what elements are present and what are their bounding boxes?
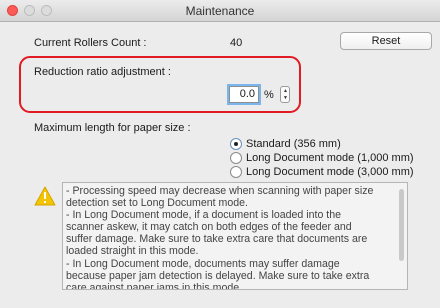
radio-long-1000[interactable] bbox=[230, 152, 242, 164]
notes-line: - Processing speed may decrease when sca… bbox=[66, 185, 374, 197]
radio-long-3000-label[interactable]: Long Document mode (3,000 mm) bbox=[246, 166, 414, 178]
stepper-down-icon[interactable]: ▼ bbox=[283, 96, 288, 101]
window-title: Maintenance bbox=[185, 4, 255, 18]
radio-standard-label[interactable]: Standard (356 mm) bbox=[246, 138, 341, 150]
reset-button[interactable]: Reset bbox=[340, 32, 432, 50]
notes-line: - In Long Document mode, documents may s… bbox=[66, 257, 340, 270]
notes-line: - In Long Document mode, if a document i… bbox=[66, 209, 342, 222]
radio-long-3000[interactable] bbox=[230, 166, 242, 178]
notes-line: because paper jam detection is delayed. … bbox=[66, 269, 370, 282]
maintenance-window: Maintenance Current Rollers Count : 40 R… bbox=[0, 0, 440, 308]
rollers-count-label: Current Rollers Count : bbox=[34, 37, 147, 49]
notes-line: scanner askew, it may catch on both edge… bbox=[66, 221, 352, 234]
reduction-highlight-box bbox=[19, 56, 301, 113]
notes-text: - Processing speed may decrease when sca… bbox=[66, 185, 394, 290]
paper-length-label: Maximum length for paper size : bbox=[34, 122, 191, 134]
percent-unit: % bbox=[264, 89, 274, 101]
radio-standard[interactable] bbox=[230, 138, 242, 150]
notes-line: care against paper jams in this mode. bbox=[66, 281, 243, 290]
notes-line: suffer damage. Make sure to take extra c… bbox=[66, 233, 368, 246]
warning-icon bbox=[34, 186, 56, 206]
reduction-ratio-label: Reduction ratio adjustment : bbox=[34, 66, 171, 78]
reduction-ratio-stepper[interactable]: ▲ ▼ bbox=[280, 86, 290, 103]
notes-line: loaded straight in this mode. bbox=[66, 245, 199, 258]
rollers-count-value: 40 bbox=[230, 37, 243, 49]
reduction-ratio-input[interactable]: 0.0 bbox=[229, 86, 259, 103]
notes-scrollbar[interactable] bbox=[399, 189, 404, 261]
radio-long-1000-label[interactable]: Long Document mode (1,000 mm) bbox=[246, 152, 414, 164]
stepper-up-icon[interactable]: ▲ bbox=[283, 89, 288, 94]
notes-textarea[interactable]: - Processing speed may decrease when sca… bbox=[62, 182, 408, 290]
notes-line: detection set to Long Document mode. bbox=[66, 197, 248, 210]
title-bar: Maintenance bbox=[0, 0, 440, 22]
